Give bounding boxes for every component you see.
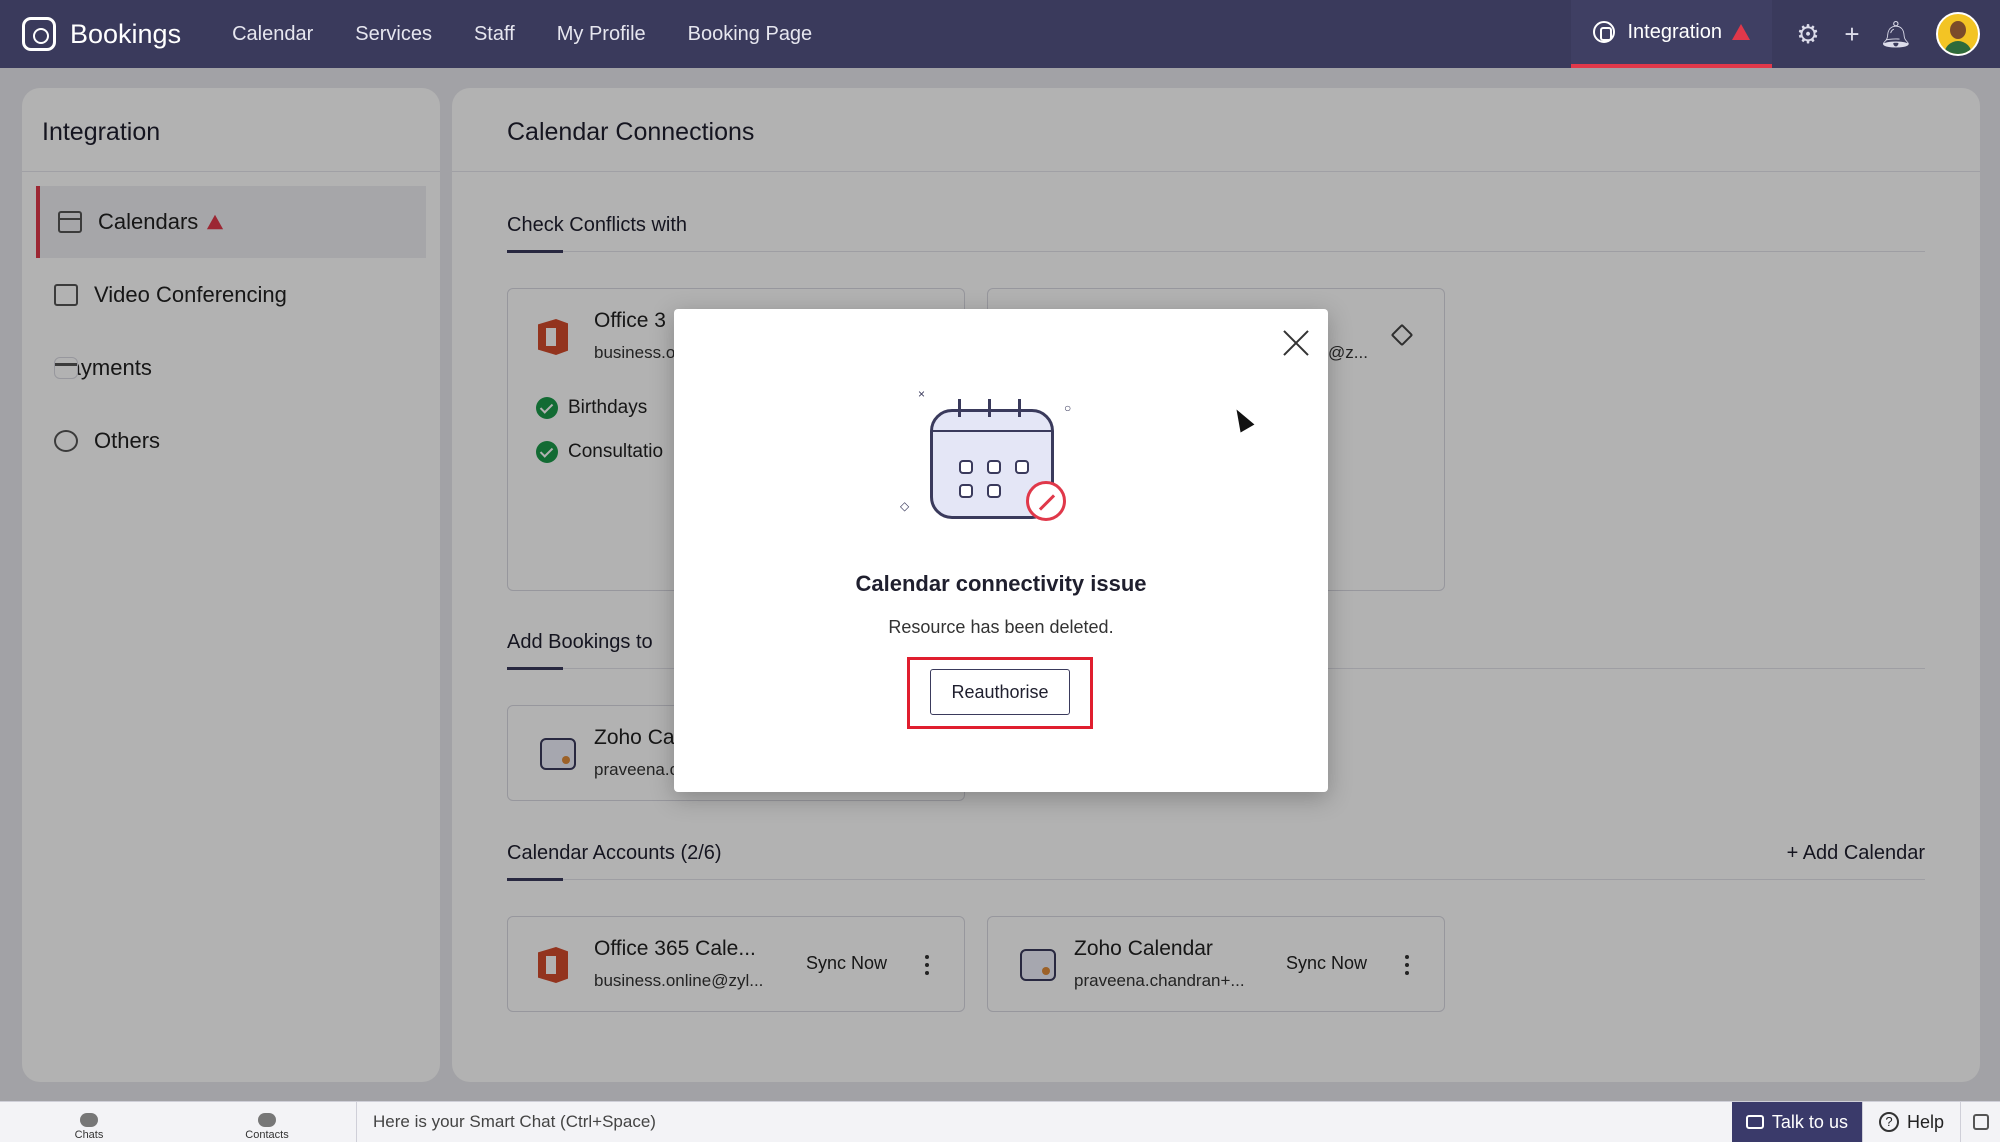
nav-my-profile[interactable]: My Profile [557, 23, 646, 46]
main-nav: Calendar Services Staff My Profile Booki… [211, 23, 833, 46]
contacts-label: Contacts [245, 1128, 289, 1141]
chat-icon [1745, 1115, 1764, 1129]
support-widget-button[interactable] [1960, 1101, 2000, 1142]
talk-label: Talk to us [1771, 1111, 1848, 1132]
chats-label: Chats [74, 1128, 104, 1141]
contact-person-icon [258, 1112, 276, 1127]
sparkle-icon: ○ [1064, 401, 1072, 415]
nav-integration-tab[interactable]: Integration [1571, 0, 1772, 68]
smart-chat-input[interactable]: Here is your Smart Chat (Ctrl+Space) [356, 1101, 1732, 1142]
connectivity-issue-dialog: × ○ ◇ Calendar connectivity issue Resour… [674, 309, 1328, 792]
nav-services[interactable]: Services [355, 23, 432, 46]
top-navigation-bar: Bookings Calendar Services Staff My Prof… [0, 0, 2000, 68]
warning-icon [1732, 24, 1750, 40]
plug-icon [1593, 21, 1616, 43]
dialog-message: Resource has been deleted. [888, 617, 1114, 637]
top-right-actions: Integration ⚙ + 🔔︎ [1571, 0, 2000, 68]
disconnected-plug-icon [1026, 481, 1066, 521]
brand[interactable]: Bookings [22, 17, 181, 51]
chats-tab[interactable]: Chats [0, 1102, 178, 1142]
add-plus-icon[interactable]: + [1830, 12, 1874, 56]
settings-gear-icon[interactable]: ⚙ [1786, 12, 1830, 56]
calendar-disconnected-illustration: × ○ ◇ [900, 387, 1078, 537]
nav-calendar[interactable]: Calendar [232, 23, 313, 46]
bottom-bar: Chats Contacts Here is your Smart Chat (… [0, 1101, 2000, 1142]
notification-bell-icon[interactable]: 🔔︎ [1874, 12, 1918, 56]
sparkle-icon: ◇ [900, 499, 910, 513]
user-avatar[interactable] [1936, 12, 1980, 56]
reauthorise-button[interactable]: Reauthorise [930, 669, 1070, 715]
nav-staff[interactable]: Staff [474, 23, 515, 46]
talk-to-us-button[interactable]: Talk to us [1731, 1101, 1862, 1142]
dialog-title: Calendar connectivity issue [855, 571, 1147, 596]
close-icon[interactable] [1282, 329, 1310, 357]
app-name: Bookings [70, 18, 182, 49]
chat-bubble-icon [80, 1112, 98, 1127]
nav-booking-page[interactable]: Booking Page [688, 23, 813, 46]
integration-tab-label: Integration [1627, 20, 1722, 43]
contacts-tab[interactable]: Contacts [178, 1102, 356, 1142]
bookings-logo-icon [22, 17, 56, 51]
help-label: Help [1906, 1111, 1944, 1132]
sparkle-icon: × [918, 387, 926, 401]
support-icon [1972, 1114, 1989, 1130]
help-question-icon: ? [1878, 1112, 1899, 1132]
help-button[interactable]: ? Help [1861, 1101, 1960, 1142]
